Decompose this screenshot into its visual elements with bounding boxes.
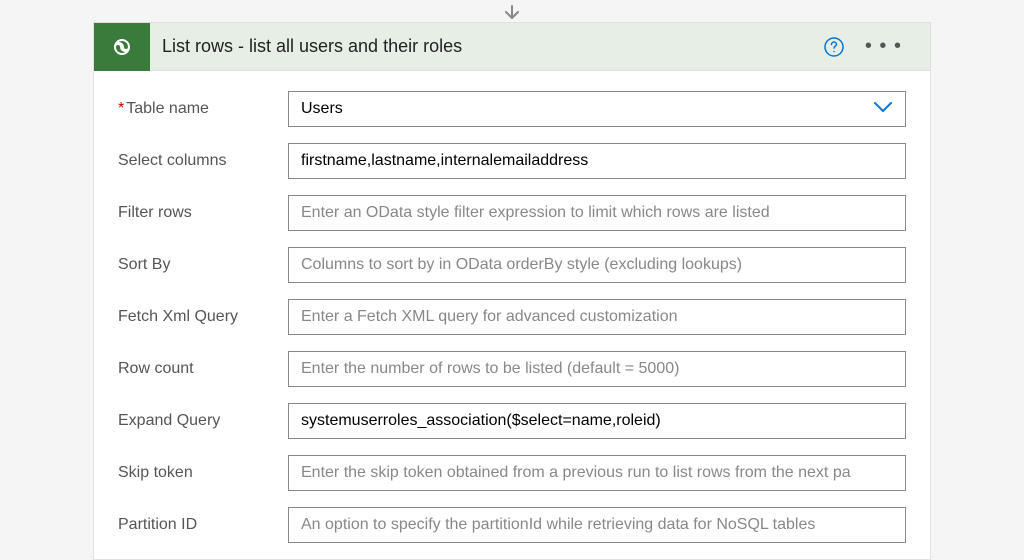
card-title: List rows - list all users and their rol… [150, 36, 823, 57]
card-body: *Table name Users Select columns Filter … [94, 71, 930, 543]
skip-token-label: Skip token [118, 464, 288, 482]
row-count-label: Row count [118, 360, 288, 378]
fetch-xml-input[interactable] [288, 299, 906, 335]
partition-id-label: Partition ID [118, 516, 288, 534]
partition-id-input[interactable] [288, 507, 906, 543]
sort-by-input[interactable] [288, 247, 906, 283]
help-icon[interactable] [823, 36, 845, 58]
sort-by-label: Sort By [118, 256, 288, 274]
action-card-list-rows: List rows - list all users and their rol… [93, 22, 931, 560]
filter-rows-label: Filter rows [118, 204, 288, 222]
filter-rows-input[interactable] [288, 195, 906, 231]
required-asterisk: * [118, 100, 124, 117]
table-name-value: Users [301, 100, 343, 118]
table-name-select[interactable]: Users [288, 91, 906, 127]
table-name-label: *Table name [118, 100, 288, 118]
expand-query-label: Expand Query [118, 412, 288, 430]
card-header[interactable]: List rows - list all users and their rol… [94, 23, 930, 71]
fetch-xml-label: Fetch Xml Query [118, 308, 288, 326]
skip-token-input[interactable] [288, 455, 906, 491]
expand-query-input[interactable] [288, 403, 906, 439]
flow-arrow-icon [502, 0, 522, 22]
dataverse-icon [94, 23, 150, 71]
chevron-down-icon [873, 100, 893, 118]
row-count-input[interactable] [288, 351, 906, 387]
select-columns-label: Select columns [118, 152, 288, 170]
select-columns-input[interactable] [288, 143, 906, 179]
overflow-menu-icon[interactable]: • • • [861, 35, 906, 58]
